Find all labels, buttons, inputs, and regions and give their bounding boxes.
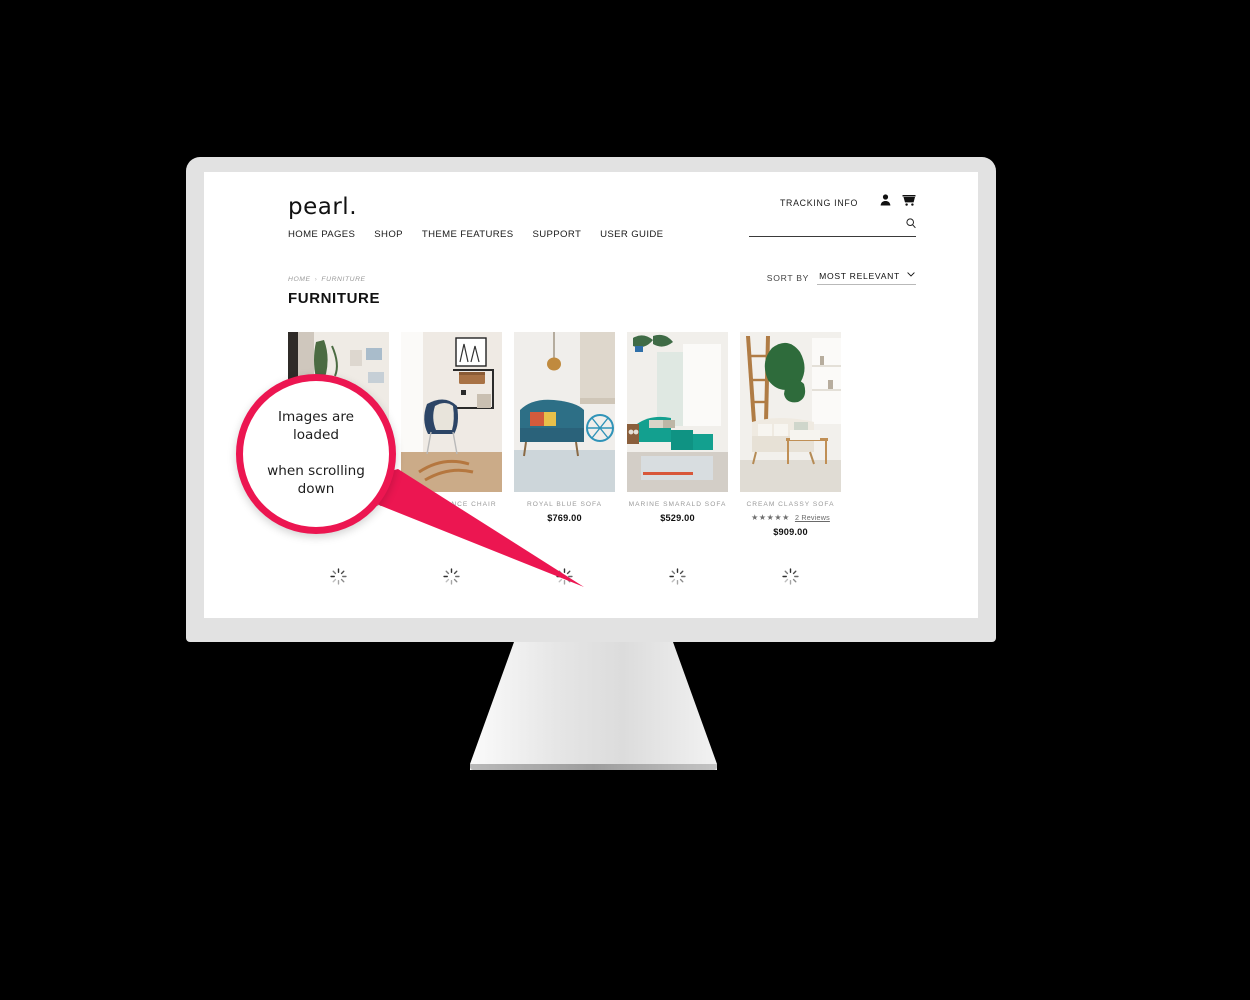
search-icon[interactable]: [906, 216, 916, 234]
product-image[interactable]: [401, 332, 502, 492]
cart-icon[interactable]: [902, 194, 916, 206]
callout-annotation: Images are loaded when scrolling down: [236, 374, 396, 534]
product-card[interactable]: BLUE BALANCE CHAIR $459.00: [401, 332, 502, 537]
search-input[interactable]: [749, 221, 902, 234]
callout-line-1: Images are loaded: [278, 409, 354, 444]
product-image[interactable]: [627, 332, 728, 492]
star-rating-icon: ★★★★★: [751, 512, 790, 522]
product-name: BLUE BALANCE CHAIR: [406, 501, 497, 508]
product-card[interactable]: MARINE SMARALD SOFA $529.00: [627, 332, 728, 537]
callout-line-2: when scrolling down: [267, 462, 365, 497]
nav-item-support[interactable]: SUPPORT: [533, 229, 582, 240]
lazy-load-cell: [627, 568, 728, 585]
chevron-down-icon: [907, 272, 915, 277]
product-card[interactable]: ROYAL BLUE SOFA $769.00: [514, 332, 615, 537]
site-header: pearl. HOME PAGES SHOP THEME FEATURES SU…: [204, 172, 978, 258]
product-card[interactable]: CREAM CLASSY SOFA ★★★★★ 2 Reviews $909.0…: [740, 332, 841, 537]
loading-spinner: [782, 568, 799, 585]
nav-item-shop[interactable]: SHOP: [374, 229, 403, 240]
nav-item-home-pages[interactable]: HOME PAGES: [288, 229, 355, 240]
sort-selected-text: MOST RELEVANT: [819, 271, 900, 281]
lazy-load-cell: [288, 568, 389, 585]
product-name: CREAM CLASSY SOFA: [746, 501, 835, 508]
main-navigation: HOME PAGES SHOP THEME FEATURES SUPPORT U…: [288, 229, 663, 240]
breadcrumb-separator: ›: [314, 276, 318, 283]
monitor-stand: [470, 642, 717, 770]
product-reviews-link[interactable]: 2 Reviews: [795, 513, 830, 522]
sort-label: SORT BY: [766, 273, 810, 283]
lazy-load-row: [288, 568, 854, 585]
loading-spinner: [330, 568, 347, 585]
breadcrumb-item-home[interactable]: HOME: [288, 276, 311, 283]
lazy-load-cell: [514, 568, 615, 585]
product-price: $769.00: [547, 513, 582, 523]
product-price: $529.00: [660, 513, 695, 523]
product-image[interactable]: [514, 332, 615, 492]
sort-control[interactable]: SORT BY MOST RELEVANT: [767, 271, 916, 285]
loading-spinner: [443, 568, 460, 585]
product-rating-row: ★★★★★ 2 Reviews: [740, 513, 841, 522]
user-icon[interactable]: [880, 194, 891, 206]
tracking-info-link[interactable]: TRACKING INFO: [780, 198, 858, 208]
sort-select-value[interactable]: MOST RELEVANT: [817, 271, 916, 285]
product-name: MARINE SMARALD SOFA: [628, 501, 727, 508]
callout-text: Images are loaded when scrolling down: [243, 409, 389, 499]
product-image[interactable]: [740, 332, 841, 492]
header-utility-icons: [880, 194, 916, 206]
lazy-load-cell: [740, 568, 841, 585]
breadcrumb: HOME › FURNITURE: [288, 276, 366, 283]
site-logo[interactable]: pearl.: [288, 194, 357, 220]
product-price: $909.00: [773, 527, 808, 537]
page-title: FURNITURE: [288, 290, 381, 307]
nav-item-theme-features[interactable]: THEME FEATURES: [422, 229, 514, 240]
search-box[interactable]: [749, 216, 916, 237]
breadcrumb-item-furniture[interactable]: FURNITURE: [321, 276, 365, 283]
product-price: $459.00: [434, 513, 469, 523]
product-name: ROYAL BLUE SOFA: [526, 501, 603, 508]
loading-spinner: [556, 568, 573, 585]
nav-item-user-guide[interactable]: USER GUIDE: [600, 229, 663, 240]
lazy-load-cell: [401, 568, 502, 585]
screenshot-stage: pearl. HOME PAGES SHOP THEME FEATURES SU…: [0, 0, 1250, 1000]
loading-spinner: [669, 568, 686, 585]
